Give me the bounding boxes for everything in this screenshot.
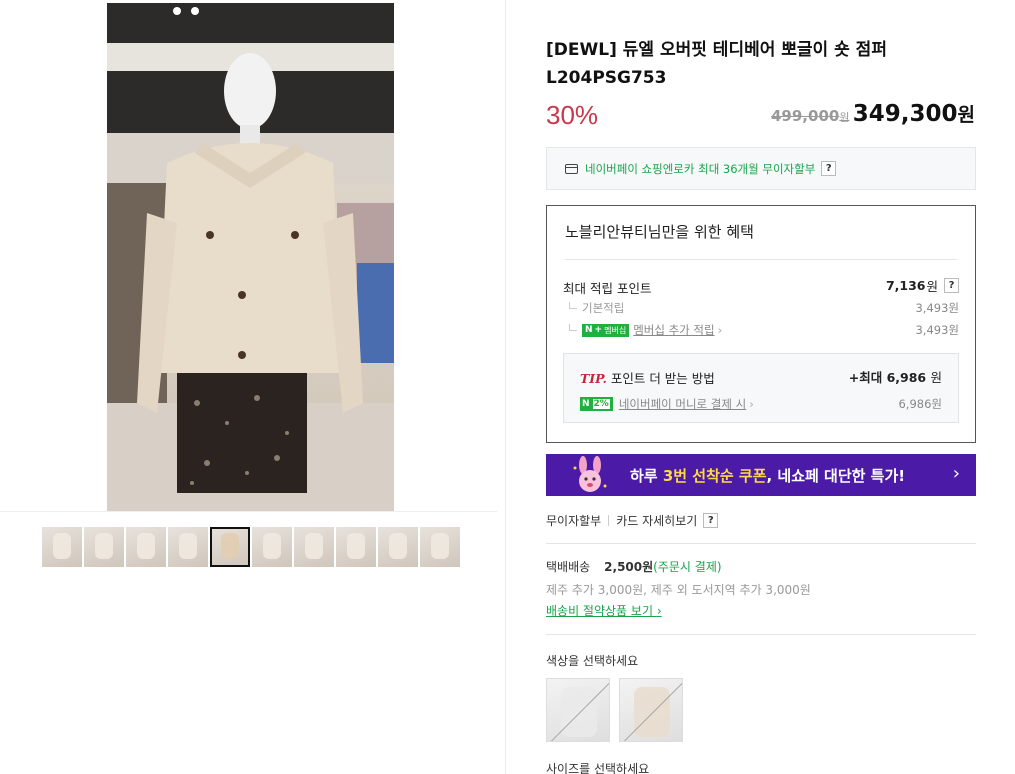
npay-installment-text: 네이버페이 쇼핑엔로카 최대 36개월 무이자할부 [585,161,816,176]
help-icon[interactable]: ? [821,161,837,176]
shipping-row: 택배배송 2,500원(주문시 결제) [546,558,722,575]
original-price-unit: 원 [839,111,850,124]
original-price: 499,000원 [771,107,849,125]
tip-value-number: +최대 6,986 [848,370,927,385]
shipping-label: 택배배송 [546,560,591,574]
thumbnail[interactable] [378,527,418,567]
basic-points-value: 3,493원 [915,301,959,315]
sale-price-value: 349,300 [852,101,958,127]
shipping-saving-link-text: 배송비 절약상품 보기 [546,604,653,618]
promo-text-highlight: 3번 선착순 쿠폰 [662,467,767,485]
product-photo-illustration [107,3,394,511]
chevron-right-icon: › [656,604,662,618]
credit-card-icon [565,163,578,174]
benefit-title: 노블리안뷰티님만을 위한 혜택 [565,223,754,241]
product-main-photo[interactable] [107,3,394,511]
section-divider [546,543,976,544]
tree-branch-icon [569,323,577,331]
tip-word: TIP. [580,371,607,386]
npay-money-row: N 2% 네이버페이 머니로 결제 시 › [580,396,754,412]
thumbnail-selected[interactable] [210,527,250,567]
card-details-link[interactable]: 카드 자세히보기 [616,512,697,529]
thumbnail[interactable] [126,527,166,567]
thumbnail[interactable] [294,527,334,567]
promo-text-suffix: , 네쇼페 대단한 특가! [766,467,906,485]
color-option-beige[interactable] [619,678,683,742]
installment-row: 무이자할부 카드 자세히보기 ? [546,512,719,529]
basic-points-row: 기본적립 [569,300,624,316]
shipping-pay-note: (주문시 결제) [653,560,722,574]
chevron-right-icon: › [749,397,754,411]
shipping-saving-link[interactable]: 배송비 절약상품 보기 › [546,602,662,619]
help-icon[interactable]: ? [703,513,719,528]
npay-installment-banner[interactable]: 네이버페이 쇼핑엔로카 최대 36개월 무이자할부 ? [546,147,976,190]
membership-points-link[interactable]: 멤버십 추가 적립 [633,322,714,338]
max-points-value: 7,136 원 ? [886,276,959,295]
thumbnail[interactable] [84,527,124,567]
separator [608,515,610,526]
installment-label: 무이자할부 [546,514,602,528]
color-select-label: 색상을 선택하세요 [546,654,639,668]
tip-value: +최대 6,986 원 [849,367,942,386]
benefit-divider [565,259,957,260]
max-points-unit: 원 [926,279,938,294]
bunny-mascot-icon [573,456,607,492]
promo-text-prefix: 하루 [630,467,663,485]
promo-banner[interactable]: 하루 3번 선착순 쿠폰, 네쇼페 대단한 특가! › [546,454,976,496]
thumbnail-strip [42,527,460,567]
shipping-fee: 2,500원 [604,560,654,574]
npay-money-value: 6,986원 [898,397,942,411]
tip-label: 포인트 더 받는 방법 [610,371,715,386]
membership-points-row: N + 멤버십 멤버십 추가 적립 › [569,322,722,338]
thumbnail[interactable] [252,527,292,567]
tree-branch-icon [569,301,577,309]
tip-title: TIP. 포인트 더 받는 방법 [580,368,715,387]
tip-box: TIP. 포인트 더 받는 방법 +최대 6,986 원 N 2% 네이버페이 머니… [563,353,959,423]
naver-membership-badge-icon: N + 멤버십 [582,323,630,337]
section-divider [546,634,976,635]
product-title: [DEWL] 듀엘 오버핏 테디베어 뽀글이 숏 점퍼 L204PSG753 [546,40,887,88]
tip-value-unit: 원 [930,370,942,385]
npay-money-badge-icon: N 2% [580,397,613,411]
max-points-number: 7,136 [885,278,926,293]
discount-rate: 30% [546,100,599,130]
max-points-label: 최대 적립 포인트 [563,281,652,296]
thumbnail[interactable] [168,527,208,567]
membership-points-value: 3,493원 [915,323,959,337]
npay-money-badge-pct: 2% [591,398,611,410]
npay-money-link[interactable]: 네이버페이 머니로 결제 시 [619,396,746,412]
image-divider [0,511,497,512]
thumbnail[interactable] [336,527,376,567]
shipping-extra-fee: 제주 추가 3,000원, 제주 외 도서지역 추가 3,000원 [546,583,811,597]
npay-money-badge-letter: N [582,399,590,409]
thumbnail[interactable] [42,527,82,567]
thumbnail[interactable] [420,527,460,567]
color-option-gray[interactable] [546,678,610,742]
original-price-value: 499,000 [771,107,840,125]
membership-badge-plus: + [594,325,603,335]
chevron-right-icon: › [952,463,960,484]
membership-badge-letter: N [585,325,593,335]
size-select-label: 사이즈를 선택하세요 [546,762,650,774]
promo-banner-text: 하루 3번 선착순 쿠폰, 네쇼페 대단한 특가! [630,465,905,486]
chevron-right-icon: › [717,323,723,337]
help-icon[interactable]: ? [944,278,959,293]
sale-price-unit: 원 [957,104,975,126]
column-divider [505,0,506,774]
sale-price: 349,300원 [853,100,975,127]
membership-badge-text: 멤버십 [604,324,627,336]
basic-points-label: 기본적립 [582,301,625,315]
benefit-box: 노블리안뷰티님만을 위한 혜택 최대 적립 포인트 7,136 원 ? 기본적립 … [546,205,976,443]
